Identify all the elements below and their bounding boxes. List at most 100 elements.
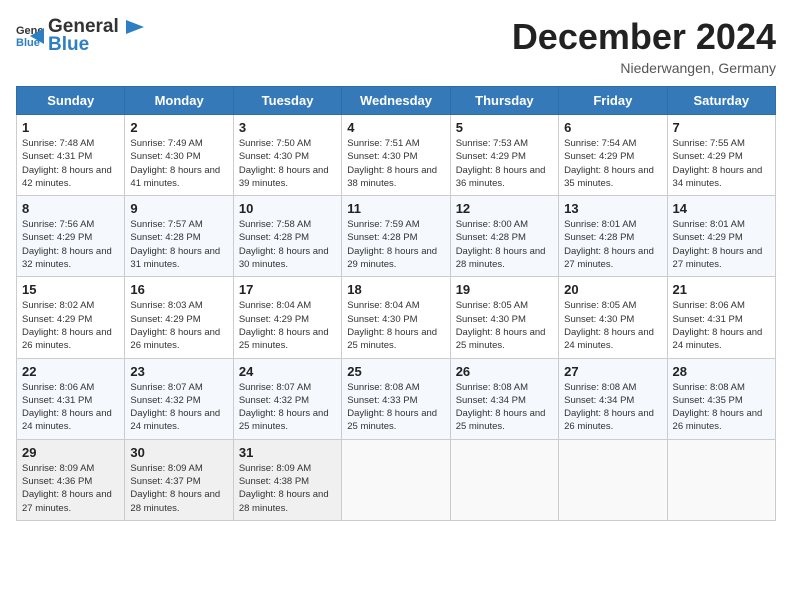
day-number: 23 — [130, 364, 227, 379]
calendar-cell: 7 Sunrise: 7:55 AM Sunset: 4:29 PM Dayli… — [667, 115, 775, 196]
cell-details: Sunrise: 7:54 AM Sunset: 4:29 PM Dayligh… — [564, 137, 661, 190]
cell-details: Sunrise: 8:05 AM Sunset: 4:30 PM Dayligh… — [564, 299, 661, 352]
cell-details: Sunrise: 8:08 AM Sunset: 4:35 PM Dayligh… — [673, 381, 770, 434]
day-number: 20 — [564, 282, 661, 297]
cell-details: Sunrise: 8:09 AM Sunset: 4:36 PM Dayligh… — [22, 462, 119, 515]
cell-details: Sunrise: 8:06 AM Sunset: 4:31 PM Dayligh… — [673, 299, 770, 352]
day-number: 10 — [239, 201, 336, 216]
calendar-cell: 3 Sunrise: 7:50 AM Sunset: 4:30 PM Dayli… — [233, 115, 341, 196]
weekday-header-wednesday: Wednesday — [342, 87, 450, 115]
calendar-cell — [559, 439, 667, 520]
calendar-cell: 4 Sunrise: 7:51 AM Sunset: 4:30 PM Dayli… — [342, 115, 450, 196]
logo: General Blue General Blue — [16, 16, 144, 56]
calendar-cell: 19 Sunrise: 8:05 AM Sunset: 4:30 PM Dayl… — [450, 277, 558, 358]
cell-details: Sunrise: 8:02 AM Sunset: 4:29 PM Dayligh… — [22, 299, 119, 352]
day-number: 11 — [347, 201, 444, 216]
calendar-week-row: 29 Sunrise: 8:09 AM Sunset: 4:36 PM Dayl… — [17, 439, 776, 520]
calendar-week-row: 15 Sunrise: 8:02 AM Sunset: 4:29 PM Dayl… — [17, 277, 776, 358]
calendar-cell: 24 Sunrise: 8:07 AM Sunset: 4:32 PM Dayl… — [233, 358, 341, 439]
cell-details: Sunrise: 7:56 AM Sunset: 4:29 PM Dayligh… — [22, 218, 119, 271]
cell-details: Sunrise: 8:08 AM Sunset: 4:34 PM Dayligh… — [456, 381, 553, 434]
calendar-cell: 11 Sunrise: 7:59 AM Sunset: 4:28 PM Dayl… — [342, 196, 450, 277]
calendar-cell: 21 Sunrise: 8:06 AM Sunset: 4:31 PM Dayl… — [667, 277, 775, 358]
calendar-cell: 22 Sunrise: 8:06 AM Sunset: 4:31 PM Dayl… — [17, 358, 125, 439]
calendar-cell: 28 Sunrise: 8:08 AM Sunset: 4:35 PM Dayl… — [667, 358, 775, 439]
location: Niederwangen, Germany — [512, 60, 776, 76]
calendar-week-row: 8 Sunrise: 7:56 AM Sunset: 4:29 PM Dayli… — [17, 196, 776, 277]
day-number: 30 — [130, 445, 227, 460]
cell-details: Sunrise: 8:08 AM Sunset: 4:33 PM Dayligh… — [347, 381, 444, 434]
weekday-header-thursday: Thursday — [450, 87, 558, 115]
day-number: 28 — [673, 364, 770, 379]
day-number: 5 — [456, 120, 553, 135]
day-number: 29 — [22, 445, 119, 460]
calendar-cell: 2 Sunrise: 7:49 AM Sunset: 4:30 PM Dayli… — [125, 115, 233, 196]
logo-arrow-icon — [122, 16, 144, 38]
day-number: 2 — [130, 120, 227, 135]
day-number: 4 — [347, 120, 444, 135]
weekday-header-saturday: Saturday — [667, 87, 775, 115]
cell-details: Sunrise: 8:09 AM Sunset: 4:38 PM Dayligh… — [239, 462, 336, 515]
calendar-cell: 23 Sunrise: 8:07 AM Sunset: 4:32 PM Dayl… — [125, 358, 233, 439]
calendar-cell: 30 Sunrise: 8:09 AM Sunset: 4:37 PM Dayl… — [125, 439, 233, 520]
weekday-header-sunday: Sunday — [17, 87, 125, 115]
day-number: 17 — [239, 282, 336, 297]
calendar-cell: 20 Sunrise: 8:05 AM Sunset: 4:30 PM Dayl… — [559, 277, 667, 358]
month-title: December 2024 — [512, 16, 776, 58]
day-number: 6 — [564, 120, 661, 135]
day-number: 9 — [130, 201, 227, 216]
cell-details: Sunrise: 8:06 AM Sunset: 4:31 PM Dayligh… — [22, 381, 119, 434]
day-number: 12 — [456, 201, 553, 216]
calendar-cell: 5 Sunrise: 7:53 AM Sunset: 4:29 PM Dayli… — [450, 115, 558, 196]
calendar-cell: 29 Sunrise: 8:09 AM Sunset: 4:36 PM Dayl… — [17, 439, 125, 520]
weekday-header-monday: Monday — [125, 87, 233, 115]
cell-details: Sunrise: 8:09 AM Sunset: 4:37 PM Dayligh… — [130, 462, 227, 515]
cell-details: Sunrise: 8:08 AM Sunset: 4:34 PM Dayligh… — [564, 381, 661, 434]
day-number: 31 — [239, 445, 336, 460]
cell-details: Sunrise: 7:57 AM Sunset: 4:28 PM Dayligh… — [130, 218, 227, 271]
cell-details: Sunrise: 7:55 AM Sunset: 4:29 PM Dayligh… — [673, 137, 770, 190]
weekday-header-row: SundayMondayTuesdayWednesdayThursdayFrid… — [17, 87, 776, 115]
day-number: 26 — [456, 364, 553, 379]
calendar-cell: 17 Sunrise: 8:04 AM Sunset: 4:29 PM Dayl… — [233, 277, 341, 358]
page-header: General Blue General Blue December 2024 … — [16, 16, 776, 76]
day-number: 21 — [673, 282, 770, 297]
calendar-cell: 16 Sunrise: 8:03 AM Sunset: 4:29 PM Dayl… — [125, 277, 233, 358]
cell-details: Sunrise: 7:53 AM Sunset: 4:29 PM Dayligh… — [456, 137, 553, 190]
cell-details: Sunrise: 8:07 AM Sunset: 4:32 PM Dayligh… — [130, 381, 227, 434]
calendar-cell — [342, 439, 450, 520]
weekday-header-tuesday: Tuesday — [233, 87, 341, 115]
calendar-cell: 12 Sunrise: 8:00 AM Sunset: 4:28 PM Dayl… — [450, 196, 558, 277]
cell-details: Sunrise: 8:00 AM Sunset: 4:28 PM Dayligh… — [456, 218, 553, 271]
calendar-cell — [450, 439, 558, 520]
day-number: 18 — [347, 282, 444, 297]
calendar-cell — [667, 439, 775, 520]
calendar-table: SundayMondayTuesdayWednesdayThursdayFrid… — [16, 86, 776, 521]
day-number: 13 — [564, 201, 661, 216]
day-number: 22 — [22, 364, 119, 379]
calendar-cell: 6 Sunrise: 7:54 AM Sunset: 4:29 PM Dayli… — [559, 115, 667, 196]
weekday-header-friday: Friday — [559, 87, 667, 115]
calendar-cell: 14 Sunrise: 8:01 AM Sunset: 4:29 PM Dayl… — [667, 196, 775, 277]
calendar-week-row: 1 Sunrise: 7:48 AM Sunset: 4:31 PM Dayli… — [17, 115, 776, 196]
day-number: 16 — [130, 282, 227, 297]
cell-details: Sunrise: 7:49 AM Sunset: 4:30 PM Dayligh… — [130, 137, 227, 190]
cell-details: Sunrise: 7:48 AM Sunset: 4:31 PM Dayligh… — [22, 137, 119, 190]
cell-details: Sunrise: 8:03 AM Sunset: 4:29 PM Dayligh… — [130, 299, 227, 352]
logo-icon: General Blue — [16, 22, 44, 50]
day-number: 7 — [673, 120, 770, 135]
calendar-cell: 25 Sunrise: 8:08 AM Sunset: 4:33 PM Dayl… — [342, 358, 450, 439]
cell-details: Sunrise: 8:01 AM Sunset: 4:28 PM Dayligh… — [564, 218, 661, 271]
day-number: 14 — [673, 201, 770, 216]
cell-details: Sunrise: 8:07 AM Sunset: 4:32 PM Dayligh… — [239, 381, 336, 434]
cell-details: Sunrise: 8:05 AM Sunset: 4:30 PM Dayligh… — [456, 299, 553, 352]
calendar-cell: 26 Sunrise: 8:08 AM Sunset: 4:34 PM Dayl… — [450, 358, 558, 439]
day-number: 24 — [239, 364, 336, 379]
calendar-cell: 18 Sunrise: 8:04 AM Sunset: 4:30 PM Dayl… — [342, 277, 450, 358]
day-number: 3 — [239, 120, 336, 135]
cell-details: Sunrise: 7:59 AM Sunset: 4:28 PM Dayligh… — [347, 218, 444, 271]
calendar-cell: 13 Sunrise: 8:01 AM Sunset: 4:28 PM Dayl… — [559, 196, 667, 277]
calendar-cell: 8 Sunrise: 7:56 AM Sunset: 4:29 PM Dayli… — [17, 196, 125, 277]
calendar-cell: 9 Sunrise: 7:57 AM Sunset: 4:28 PM Dayli… — [125, 196, 233, 277]
cell-details: Sunrise: 8:04 AM Sunset: 4:29 PM Dayligh… — [239, 299, 336, 352]
